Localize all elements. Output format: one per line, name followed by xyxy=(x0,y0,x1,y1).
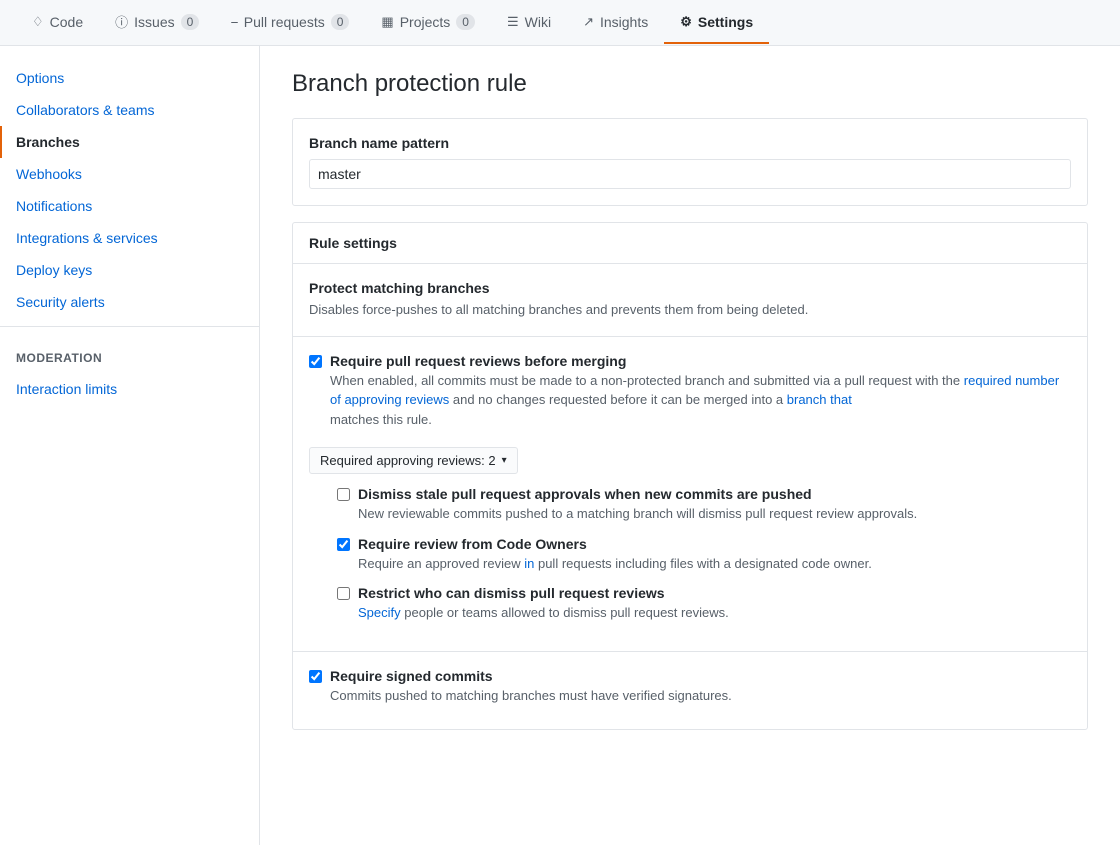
require-pr-reviews-checkbox[interactable] xyxy=(309,355,322,368)
sidebar-moderation-header: Moderation xyxy=(0,335,259,373)
issues-icon: ⓘ xyxy=(115,12,128,31)
branch-pattern-input[interactable] xyxy=(309,159,1071,189)
tab-wiki[interactable]: ☰ Wiki xyxy=(491,2,567,44)
protect-matching-title: Protect matching branches xyxy=(309,280,1071,296)
protect-matching-block: Protect matching branches Disables force… xyxy=(293,264,1087,337)
tab-settings[interactable]: ⚙ Settings xyxy=(664,2,769,44)
require-code-owners-option: Require review from Code Owners Require … xyxy=(337,536,1071,574)
dismiss-stale-checkbox[interactable] xyxy=(337,488,350,501)
tab-issues[interactable]: ⓘ Issues 0 xyxy=(99,0,215,45)
restrict-dismiss-desc: Specify people or teams allowed to dismi… xyxy=(358,603,729,623)
tab-code[interactable]: ♢ Code xyxy=(16,2,99,44)
rule-settings-header: Rule settings xyxy=(293,223,1087,264)
projects-icon: ▦ xyxy=(381,14,393,30)
pr-icon: ⎯ xyxy=(231,14,238,30)
sidebar-item-interaction-limits[interactable]: Interaction limits xyxy=(0,373,259,405)
pr-badge: 0 xyxy=(331,14,350,30)
issues-badge: 0 xyxy=(181,14,200,30)
require-code-owners-checkbox[interactable] xyxy=(337,538,350,551)
sidebar-item-notifications[interactable]: Notifications xyxy=(0,190,259,222)
require-code-owners-label: Require review from Code Owners xyxy=(358,536,872,552)
code-icon: ♢ xyxy=(32,14,44,30)
sidebar-item-options[interactable]: Options xyxy=(0,62,259,94)
sidebar-item-integrations-services[interactable]: Integrations & services xyxy=(0,222,259,254)
content-area: Branch protection rule Branch name patte… xyxy=(260,46,1120,845)
dismiss-stale-label: Dismiss stale pull request approvals whe… xyxy=(358,486,917,502)
sidebar-divider xyxy=(0,326,259,327)
dropdown-arrow-icon: ▾ xyxy=(502,455,507,466)
sidebar-item-collaborators-teams[interactable]: Collaborators & teams xyxy=(0,94,259,126)
main-layout: Options Collaborators & teams Branches W… xyxy=(0,46,1120,845)
branch-pattern-section: Branch name pattern xyxy=(292,118,1088,206)
sidebar-item-security-alerts[interactable]: Security alerts xyxy=(0,286,259,318)
require-signed-commits-checkbox[interactable] xyxy=(309,670,322,683)
top-nav: ♢ Code ⓘ Issues 0 ⎯ Pull requests 0 ▦ Pr… xyxy=(0,0,1120,46)
projects-badge: 0 xyxy=(456,14,475,30)
require-signed-commits-block: Require signed commits Commits pushed to… xyxy=(293,652,1087,730)
insights-icon: ↗ xyxy=(583,14,594,30)
require-pr-reviews-block: Require pull request reviews before merg… xyxy=(293,337,1087,652)
protect-matching-desc: Disables force-pushes to all matching br… xyxy=(309,300,1071,320)
dismiss-stale-desc: New reviewable commits pushed to a match… xyxy=(358,504,917,524)
restrict-dismiss-checkbox[interactable] xyxy=(337,587,350,600)
require-code-owners-desc: Require an approved review in pull reque… xyxy=(358,554,872,574)
require-signed-commits-desc: Commits pushed to matching branches must… xyxy=(330,686,732,706)
required-approving-reviews-dropdown[interactable]: Required approving reviews: 2 ▾ xyxy=(309,447,518,474)
restrict-dismiss-label: Restrict who can dismiss pull request re… xyxy=(358,585,729,601)
pr-review-sub-options: Dismiss stale pull request approvals whe… xyxy=(337,486,1071,623)
sidebar-item-deploy-keys[interactable]: Deploy keys xyxy=(0,254,259,286)
branch-pattern-label: Branch name pattern xyxy=(309,135,1071,151)
settings-icon: ⚙ xyxy=(680,14,692,30)
wiki-icon: ☰ xyxy=(507,14,519,30)
sidebar: Options Collaborators & teams Branches W… xyxy=(0,46,260,845)
require-pr-reviews-desc: When enabled, all commits must be made t… xyxy=(330,371,1071,430)
tab-pull-requests[interactable]: ⎯ Pull requests 0 xyxy=(215,2,365,44)
require-pr-reviews-row: Require pull request reviews before merg… xyxy=(309,353,1071,430)
tab-insights[interactable]: ↗ Insights xyxy=(567,2,664,44)
sidebar-item-webhooks[interactable]: Webhooks xyxy=(0,158,259,190)
tab-projects[interactable]: ▦ Projects 0 xyxy=(365,2,491,44)
require-signed-commits-label: Require signed commits xyxy=(330,668,732,684)
restrict-dismiss-option: Restrict who can dismiss pull request re… xyxy=(337,585,1071,623)
page-title: Branch protection rule xyxy=(292,70,1088,98)
dismiss-stale-option: Dismiss stale pull request approvals whe… xyxy=(337,486,1071,524)
sidebar-item-branches[interactable]: Branches xyxy=(0,126,259,158)
require-pr-reviews-label: Require pull request reviews before merg… xyxy=(330,353,1071,369)
rule-settings-section: Rule settings Protect matching branches … xyxy=(292,222,1088,730)
